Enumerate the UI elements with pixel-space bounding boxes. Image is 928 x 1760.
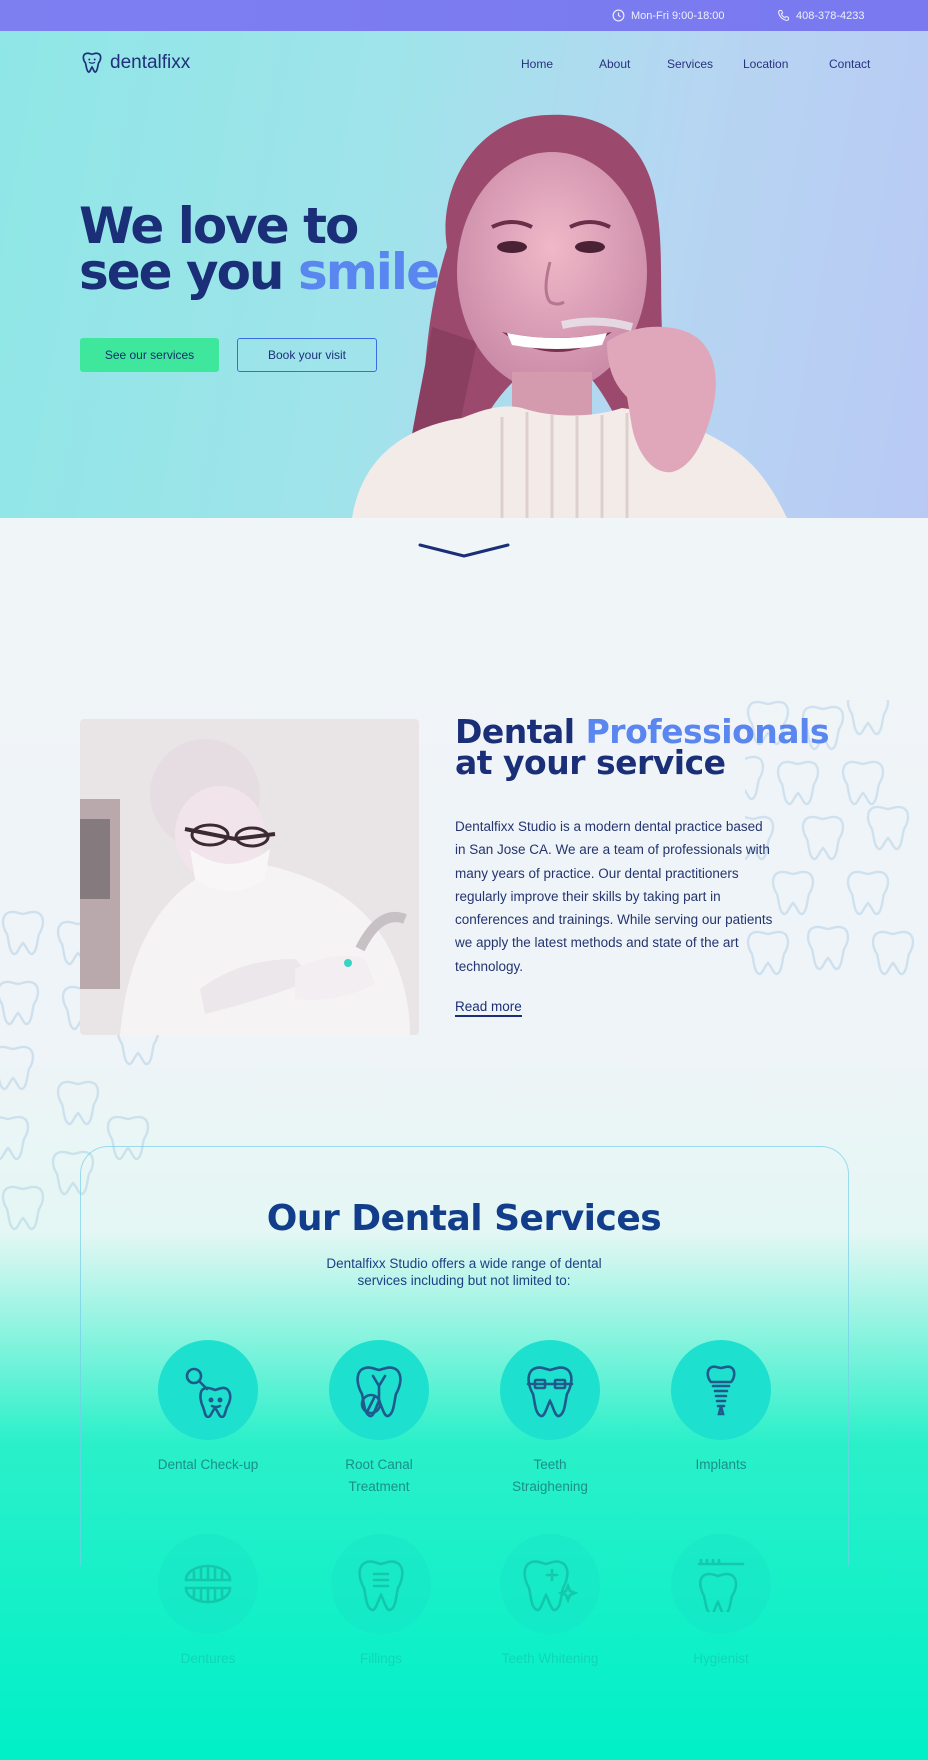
service-label: Teeth Whitening (475, 1648, 625, 1670)
phone-text: 408-378-4233 (796, 9, 865, 22)
service-label: Hygienist (646, 1648, 796, 1670)
hero-headline-smile: smile (297, 243, 440, 301)
tooth-braces-icon (526, 1366, 574, 1418)
nav-contact[interactable]: Contact (829, 57, 870, 71)
hero-headline: We love to see you smile (79, 201, 440, 297)
service-label: Dentures (133, 1648, 283, 1670)
nav-about[interactable]: About (599, 57, 630, 71)
service-label: Fillings (306, 1648, 456, 1670)
nav-services[interactable]: Services (667, 57, 713, 71)
hero-section: dentalfixx Home About Services Location … (0, 31, 928, 518)
service-label: Root Canal Treatment (304, 1454, 454, 1498)
service-icon-circle (500, 1534, 600, 1634)
tooth-implant-icon (706, 1365, 736, 1416)
phone-number[interactable]: 408-378-4233 (777, 9, 865, 22)
service-label: Teeth Straighening (475, 1454, 625, 1498)
book-visit-button[interactable]: Book your visit (237, 338, 377, 372)
about-description: Dentalfixx Studio is a modern dental pra… (455, 819, 773, 974)
service-teeth-straightening[interactable]: Teeth Straighening (475, 1340, 625, 1498)
service-icon-circle (671, 1534, 771, 1634)
nav-location[interactable]: Location (743, 57, 788, 71)
hero-woman-photo (352, 114, 787, 518)
about-title-line2: at your service (455, 743, 726, 782)
service-icon-circle (331, 1534, 431, 1634)
service-icon-circle (329, 1340, 429, 1440)
service-icon-circle (500, 1340, 600, 1440)
services-subtitle: Dentalfixx Studio offers a wide range of… (326, 1256, 602, 1288)
service-root-canal[interactable]: Root Canal Treatment (304, 1340, 454, 1498)
service-label-line1: Implants (695, 1457, 747, 1472)
see-services-button[interactable]: See our services (80, 338, 219, 372)
service-label-line2: Treatment (348, 1479, 410, 1494)
dentist-at-work-photo (80, 719, 419, 1035)
service-label-line1: Teeth Whitening (501, 1651, 599, 1666)
service-label-line1: Dental Check-up (157, 1457, 259, 1472)
scroll-down-chevron-icon[interactable] (418, 540, 510, 560)
hero-headline-line2: see you smile (79, 247, 440, 297)
service-dentures[interactable]: Dentures (133, 1534, 283, 1670)
service-icon-circle (158, 1340, 258, 1440)
service-label-line1: Teeth (533, 1457, 567, 1472)
service-fillings[interactable]: Fillings (306, 1534, 456, 1670)
hours-text: Mon-Fri 9:00-18:00 (631, 9, 725, 22)
tooth-sparkle-icon (523, 1560, 578, 1612)
hero-headline-see-you: see you (79, 243, 298, 301)
tooth-root-icon (356, 1366, 402, 1418)
nav-home[interactable]: Home (521, 57, 553, 71)
logo[interactable]: dentalfixx (80, 51, 190, 75)
clock-icon (612, 9, 625, 22)
read-more-link[interactable]: Read more (455, 999, 522, 1017)
top-info-bar: Mon-Fri 9:00-18:00 408-378-4233 (0, 0, 928, 31)
tooth-mirror-icon (185, 1367, 232, 1418)
tooth-filling-icon (358, 1560, 404, 1612)
service-icon-circle (671, 1340, 771, 1440)
service-label: Implants (646, 1454, 796, 1476)
service-teeth-whitening[interactable]: Teeth Whitening (475, 1534, 625, 1670)
service-hygienist[interactable]: Hygienist (646, 1534, 796, 1670)
service-implants[interactable]: Implants (646, 1340, 796, 1476)
service-label: Dental Check-up (133, 1454, 283, 1476)
service-label-line1: Fillings (359, 1651, 402, 1666)
about-title: Dental Professionals at your service (455, 715, 855, 782)
service-icon-circle (158, 1534, 258, 1634)
service-dental-checkup[interactable]: Dental Check-up (133, 1340, 283, 1476)
service-label-line1: Root Canal (345, 1457, 413, 1472)
tooth-brush-icon (697, 1558, 745, 1612)
opening-hours: Mon-Fri 9:00-18:00 (612, 9, 725, 22)
services-title: Our Dental Services (266, 1198, 662, 1239)
service-label-line2: Straighening (512, 1479, 588, 1494)
phone-icon (778, 9, 790, 21)
service-label-line1: Dentures (180, 1651, 236, 1666)
logo-text: dentalfixx (110, 52, 191, 73)
tooth-logo-icon (82, 52, 102, 73)
dentures-icon (184, 1564, 232, 1604)
service-label-line1: Hygienist (693, 1651, 749, 1666)
